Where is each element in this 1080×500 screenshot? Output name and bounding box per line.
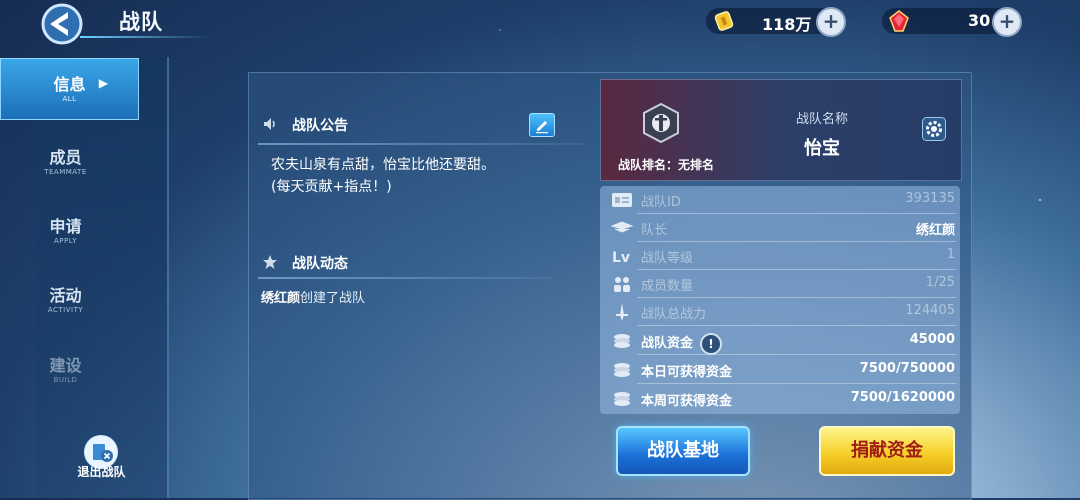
- stat-value: 绣红颜: [915, 223, 955, 238]
- stat-row-weekly-funds: 本周可获得资金 7500/1620000: [600, 385, 960, 413]
- coin-value: 118万: [762, 15, 812, 34]
- add-coin-button[interactable]: +: [816, 7, 846, 37]
- page-title: 战队: [119, 10, 163, 34]
- pencil-icon: [536, 121, 548, 134]
- top-bar: 战队 118万 + 30 +: [0, 0, 1080, 45]
- stat-row-id: 战队ID 393135: [600, 186, 960, 214]
- stat-value: 393135: [905, 191, 955, 206]
- tab-apply-sublabel: APPLY: [54, 237, 77, 245]
- announcement-text: 农夫山泉有点甜，怡宝比他还要甜。 (每天贡献+指点！): [271, 154, 495, 198]
- tab-activity[interactable]: 活动 ACTIVITY: [0, 270, 131, 330]
- coins-stack-icon: [614, 363, 630, 377]
- exit-team-button[interactable]: 退出战队: [36, 435, 167, 498]
- announcement-divider: [258, 143, 584, 145]
- stat-row-funds: 战队资金 45000: [600, 327, 960, 355]
- announcement-line-1: 农夫山泉有点甜，怡宝比他还要甜。: [271, 157, 495, 173]
- svg-text:Lv: Lv: [612, 250, 630, 265]
- tab-apply-label: 申请: [49, 217, 82, 236]
- tab-teammate-label: 成员: [49, 148, 82, 167]
- team-emblem-icon: [643, 102, 679, 144]
- tab-build-label: 建设: [49, 356, 82, 375]
- dynamics-divider: [258, 277, 552, 279]
- members-icon: [614, 277, 630, 292]
- dynamics-entry-name: 绣红颜: [261, 291, 301, 306]
- stat-label: 本日可获得资金: [641, 365, 733, 380]
- stat-value: 7500/750000: [859, 361, 955, 376]
- edit-announcement-button[interactable]: [529, 113, 555, 137]
- dynamics-heading: 战队动态: [292, 256, 348, 272]
- stat-row-members: 成员数量 1/25: [600, 270, 960, 298]
- stat-value: 1: [946, 247, 955, 262]
- tab-info[interactable]: 信息 ▶ ALL: [0, 58, 139, 120]
- back-arrow-icon[interactable]: [38, 3, 88, 45]
- tab-activity-label: 活动: [49, 286, 82, 305]
- caret-right-icon: ▶: [98, 76, 108, 90]
- stat-value: 124405: [905, 303, 955, 318]
- announcement-line-2: (每天贡献+指点！): [271, 179, 392, 195]
- tab-build[interactable]: 建设 BUILD: [0, 340, 131, 400]
- team-name-label: 战队名称: [795, 112, 848, 127]
- exit-team-label: 退出战队: [77, 465, 126, 479]
- stat-row-level: Lv 战队等级 1: [600, 242, 960, 270]
- gem-value: 30: [968, 11, 991, 30]
- power-sword-icon: [616, 303, 628, 321]
- stat-value: 7500/1620000: [850, 390, 955, 405]
- tab-info-label: 信息: [53, 75, 86, 94]
- stat-label: 战队等级: [641, 251, 694, 266]
- dynamics-entry: 绣红颜创建了战队: [261, 287, 365, 306]
- tab-teammate[interactable]: 成员 TEAMMATE: [0, 132, 131, 192]
- title-underline: [80, 36, 210, 38]
- donate-funds-button[interactable]: 捐献资金: [819, 426, 955, 476]
- tab-activity-sublabel: ACTIVITY: [47, 306, 84, 314]
- star-icon: [263, 255, 277, 269]
- stat-label: 本周可获得资金: [641, 394, 733, 409]
- announcement-heading: 战队公告: [292, 118, 348, 134]
- stat-label: 队长: [641, 223, 668, 238]
- stat-row-power: 战队总战力 124405: [600, 298, 960, 326]
- coin-counter: 118万 +: [706, 7, 846, 37]
- tab-teammate-sublabel: TEAMMATE: [44, 168, 87, 176]
- stat-label: 战队资金: [641, 336, 694, 351]
- gold-coin-icon: [714, 11, 734, 31]
- coins-stack-icon: [614, 392, 630, 406]
- id-card-icon: [612, 193, 632, 207]
- stat-value: 1/25: [925, 275, 955, 290]
- team-base-button[interactable]: 战队基地: [616, 426, 750, 476]
- team-rank: 战队排名：无排名: [618, 158, 715, 172]
- leader-wings-icon: [611, 221, 633, 233]
- coins-stack-icon: [614, 334, 630, 348]
- level-icon: Lv: [612, 250, 630, 265]
- dynamics-entry-text: 创建了战队: [300, 291, 366, 306]
- gem-counter: 30 +: [882, 7, 1022, 37]
- tab-build-sublabel: BUILD: [53, 376, 78, 384]
- add-gem-button[interactable]: +: [992, 7, 1022, 37]
- stat-label: 战队ID: [641, 195, 681, 210]
- stat-row-leader: 队长 绣红颜: [600, 214, 960, 242]
- stat-value: 45000: [909, 332, 955, 347]
- stat-row-daily-funds: 本日可获得资金 7500/750000: [600, 356, 960, 384]
- gear-icon[interactable]: [922, 117, 946, 141]
- tab-info-sublabel: ALL: [62, 95, 77, 103]
- funds-info-icon[interactable]: !: [700, 333, 722, 355]
- red-gem-icon: [889, 10, 909, 32]
- stat-label: 成员数量: [641, 279, 694, 294]
- team-name: 怡宝: [804, 138, 840, 159]
- tab-apply[interactable]: 申请 APPLY: [0, 201, 131, 261]
- speaker-icon: [264, 118, 275, 130]
- stat-label: 战队总战力: [641, 307, 707, 322]
